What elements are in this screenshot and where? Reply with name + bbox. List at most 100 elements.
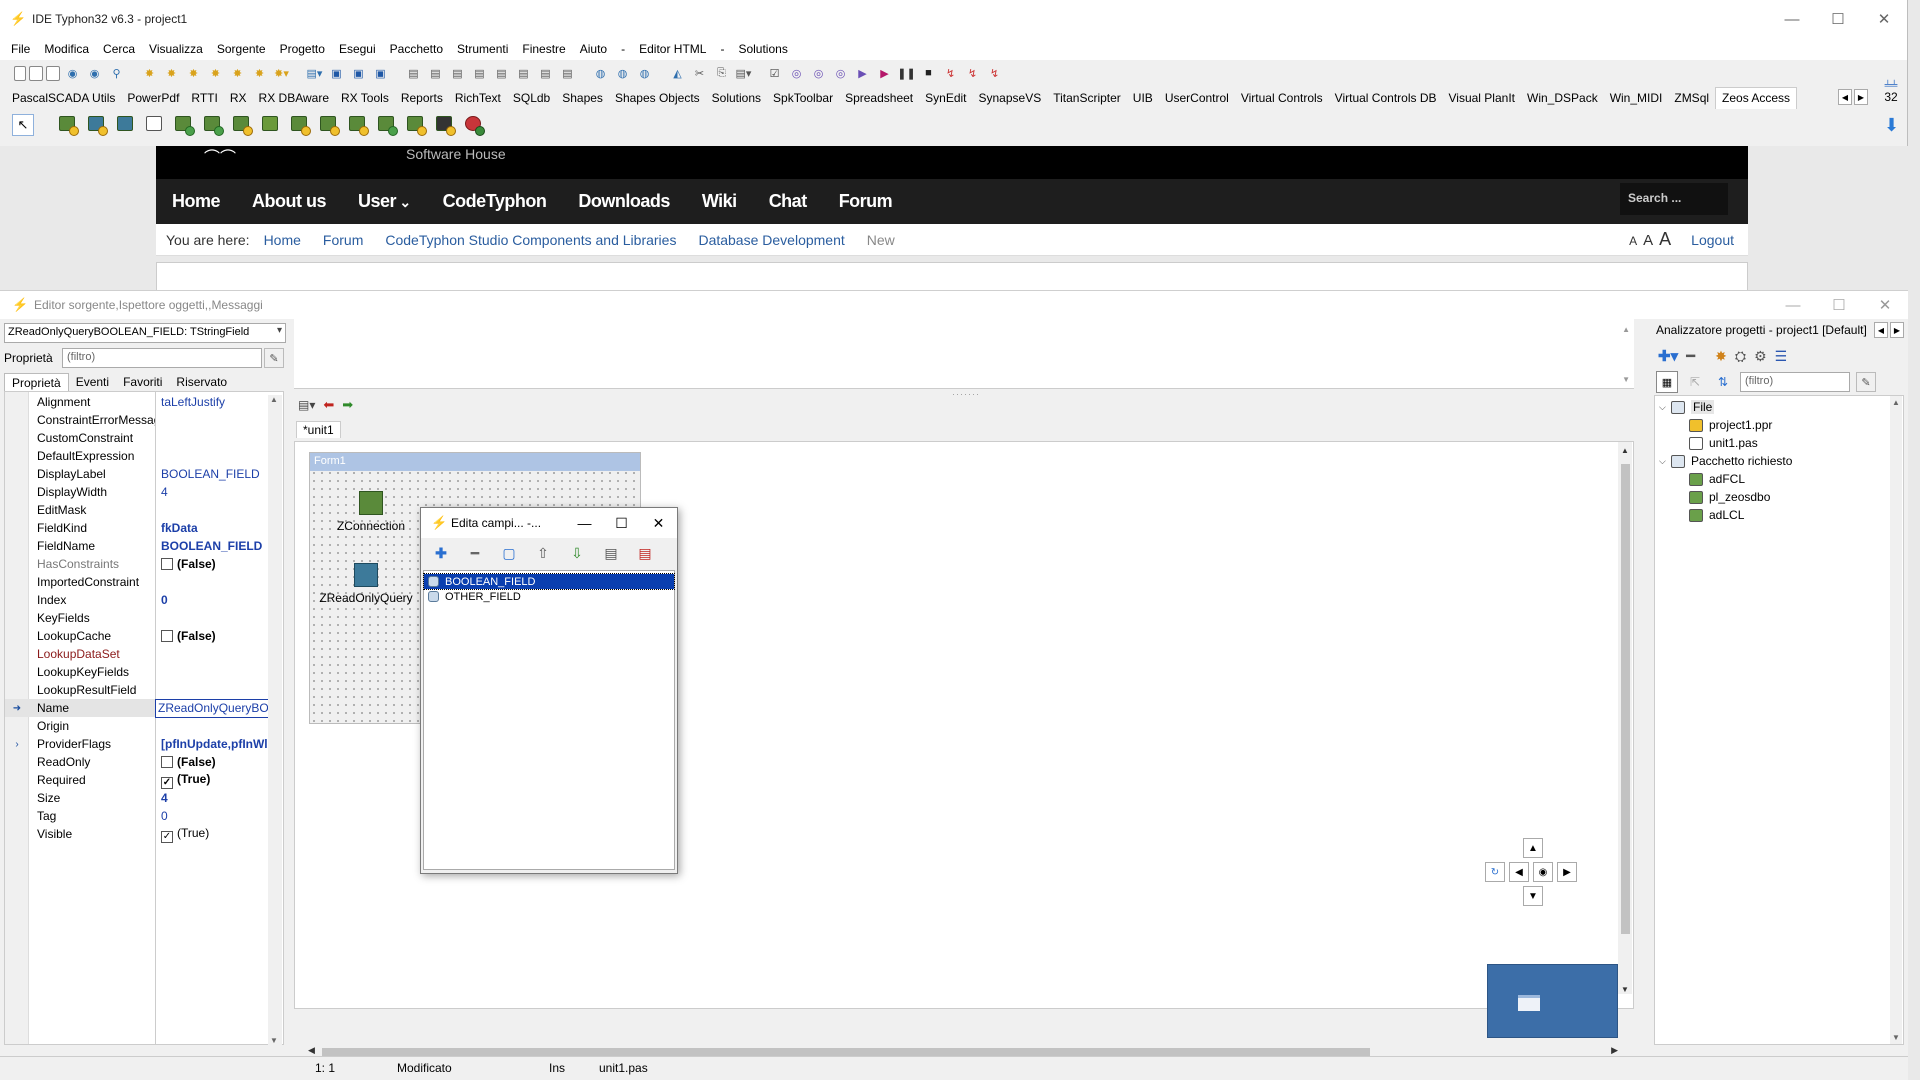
units-list-icon[interactable]: ▤ [514,64,533,83]
center-icon[interactable]: ◉ [1533,862,1553,882]
property-row[interactable]: ➜ Name ZReadOnlyQueryBO [5,698,271,718]
arrange-icon[interactable]: ◭ [668,64,687,83]
clear-filter-icon[interactable]: ✎ [1856,372,1876,392]
palette-tab[interactable]: UserControl [1159,91,1235,105]
property-value[interactable]: 4 [155,485,271,499]
close-icon[interactable]: ✕ [1861,0,1907,38]
breadcrumb-link[interactable]: Home [264,232,301,248]
palette-scroll-right-icon[interactable]: ▶ [1854,89,1868,105]
chevron-down-icon[interactable]: ⌵ [1659,456,1671,467]
tab-scroll-right-icon[interactable]: ▶ [1890,322,1904,338]
show-dirs-icon[interactable]: ⇱ [1684,371,1706,393]
scroll-down-icon[interactable]: ▼ [1621,985,1629,994]
menu-item[interactable]: Modifica [37,42,96,56]
menu-item[interactable]: Strumenti [450,42,515,56]
palette-tab[interactable]: ZMSql [1668,91,1715,105]
chevron-down-icon[interactable]: ⌵ [1659,402,1671,413]
nav-link[interactable]: About us [236,191,342,212]
property-value[interactable]: ✓ (True) [155,772,271,789]
package-options-icon[interactable]: ✸ [250,64,269,83]
unselect-all-icon[interactable]: ▤ [633,541,657,565]
zsequence-component-icon[interactable] [317,113,341,137]
scroll-up-icon[interactable]: ▲ [1892,398,1900,407]
nav-link[interactable]: CodeTyphon [427,191,563,212]
cut-icon[interactable]: ✂ [690,64,709,83]
zabout-component-icon[interactable] [462,113,486,137]
font-medium-button[interactable]: A [1643,232,1653,249]
checkbox-icon[interactable] [161,630,173,642]
palette-tab[interactable]: SynapseVS [973,91,1048,105]
menu-item[interactable]: - [614,42,632,56]
toggle-view-icon[interactable]: ▤ [558,64,577,83]
step-icon[interactable]: ◍ [613,64,632,83]
add-field-icon[interactable]: ✚ [429,541,453,565]
attach-icon[interactable]: ◎ [831,64,850,83]
zquery-component-icon[interactable] [85,113,109,137]
palette-tab[interactable]: Virtual Controls DB [1329,91,1443,105]
property-row[interactable]: › ProviderFlags [pfInUpdate,pfInWl [5,735,271,753]
property-value-editor[interactable]: ZReadOnlyQueryBO [155,698,271,718]
pause-icon[interactable]: ❚❚ [897,64,916,83]
property-row[interactable]: DisplayLabel BOOLEAN_FIELD [5,465,271,483]
save-icon[interactable]: ▣ [327,64,346,83]
zsqlmonitor-component-icon[interactable] [230,113,254,137]
clean-icon[interactable]: ▤ [448,64,467,83]
arrow-down-icon[interactable]: ▼ [1523,886,1543,906]
menu-item[interactable]: File [4,42,37,56]
property-value[interactable]: (False) [155,557,271,571]
property-row[interactable]: ReadOnly (False) [5,753,271,771]
run-params-icon[interactable]: ◎ [787,64,806,83]
palette-tab[interactable]: Shapes [556,91,609,105]
options-dropdown-icon[interactable]: ▤▾ [734,64,753,83]
package-remove-icon[interactable]: ✸ [228,64,247,83]
scroll-up-icon[interactable]: ▲ [1621,446,1629,455]
menu-item[interactable]: - [713,42,731,56]
inspector-tab[interactable]: Proprietà [4,373,69,391]
open-recent-icon[interactable]: ◉ [85,64,104,83]
menu-item[interactable]: Visualizza [142,42,210,56]
property-row[interactable]: FieldName BOOLEAN_FIELD [5,537,271,555]
zsqlprocessor-component-icon[interactable] [259,113,283,137]
run-no-debug-icon[interactable]: ▶ [875,64,894,83]
field-list-item[interactable]: OTHER_FIELD [424,589,674,604]
property-value[interactable]: 4 [155,791,271,805]
splitter-grip[interactable]: ······· [952,389,980,399]
breadcrumb-link[interactable]: Forum [323,232,363,248]
menu-item[interactable]: Esegui [332,42,383,56]
menu-item[interactable]: Finestre [515,42,572,56]
menu-item[interactable]: Pacchetto [383,42,450,56]
nav-link[interactable]: Home [156,191,236,212]
scroll-left-icon[interactable]: ◀ [308,1045,315,1056]
zconnection-component-icon[interactable] [56,113,80,137]
palette-tab[interactable]: SQLdb [507,91,556,105]
package-add-icon[interactable]: ✸ [184,64,203,83]
nav-link[interactable]: User ⌄ [342,191,427,212]
watch-icon[interactable]: ◍ [635,64,654,83]
messages-scroll-down-icon[interactable]: ▼ [1622,375,1630,384]
logout-link[interactable]: Logout [1691,232,1734,248]
menu-item[interactable]: Solutions [731,42,794,56]
step-over-icon[interactable]: ↯ [963,64,982,83]
property-row[interactable]: Tag 0 [5,807,271,825]
palette-tab[interactable]: RX [224,91,253,105]
palette-tab[interactable]: Spreadsheet [839,91,919,105]
nav-link[interactable]: Wiki [686,191,753,212]
arrow-up-icon[interactable]: ▲ [1523,838,1543,858]
property-row[interactable]: EditMask [5,501,271,519]
project-menu-icon[interactable]: ▤▾ [305,64,324,83]
designer-vscroll-thumb[interactable] [1621,464,1630,934]
find-icon[interactable]: ⚲ [107,64,126,83]
minimize-icon[interactable]: — [1769,0,1815,38]
new-file-icon[interactable] [14,65,26,81]
package-open-icon[interactable]: ✸ [162,64,181,83]
menu-item[interactable]: Cerca [96,42,142,56]
tree-files-folder[interactable]: ⌵ File [1659,400,1715,414]
zreadonlyquery-component[interactable]: ZReadOnlyQuery [318,563,414,605]
back-arrow-icon[interactable]: ⬅ [323,397,334,413]
build-icon[interactable]: ▤ [404,64,423,83]
run-icon[interactable]: ▶ [853,64,872,83]
debug-icon[interactable]: ◍ [591,64,610,83]
property-row[interactable]: DefaultExpression [5,447,271,465]
palette-tab[interactable]: Virtual Controls [1235,91,1329,105]
move-down-icon[interactable]: ⇩ [565,541,589,565]
